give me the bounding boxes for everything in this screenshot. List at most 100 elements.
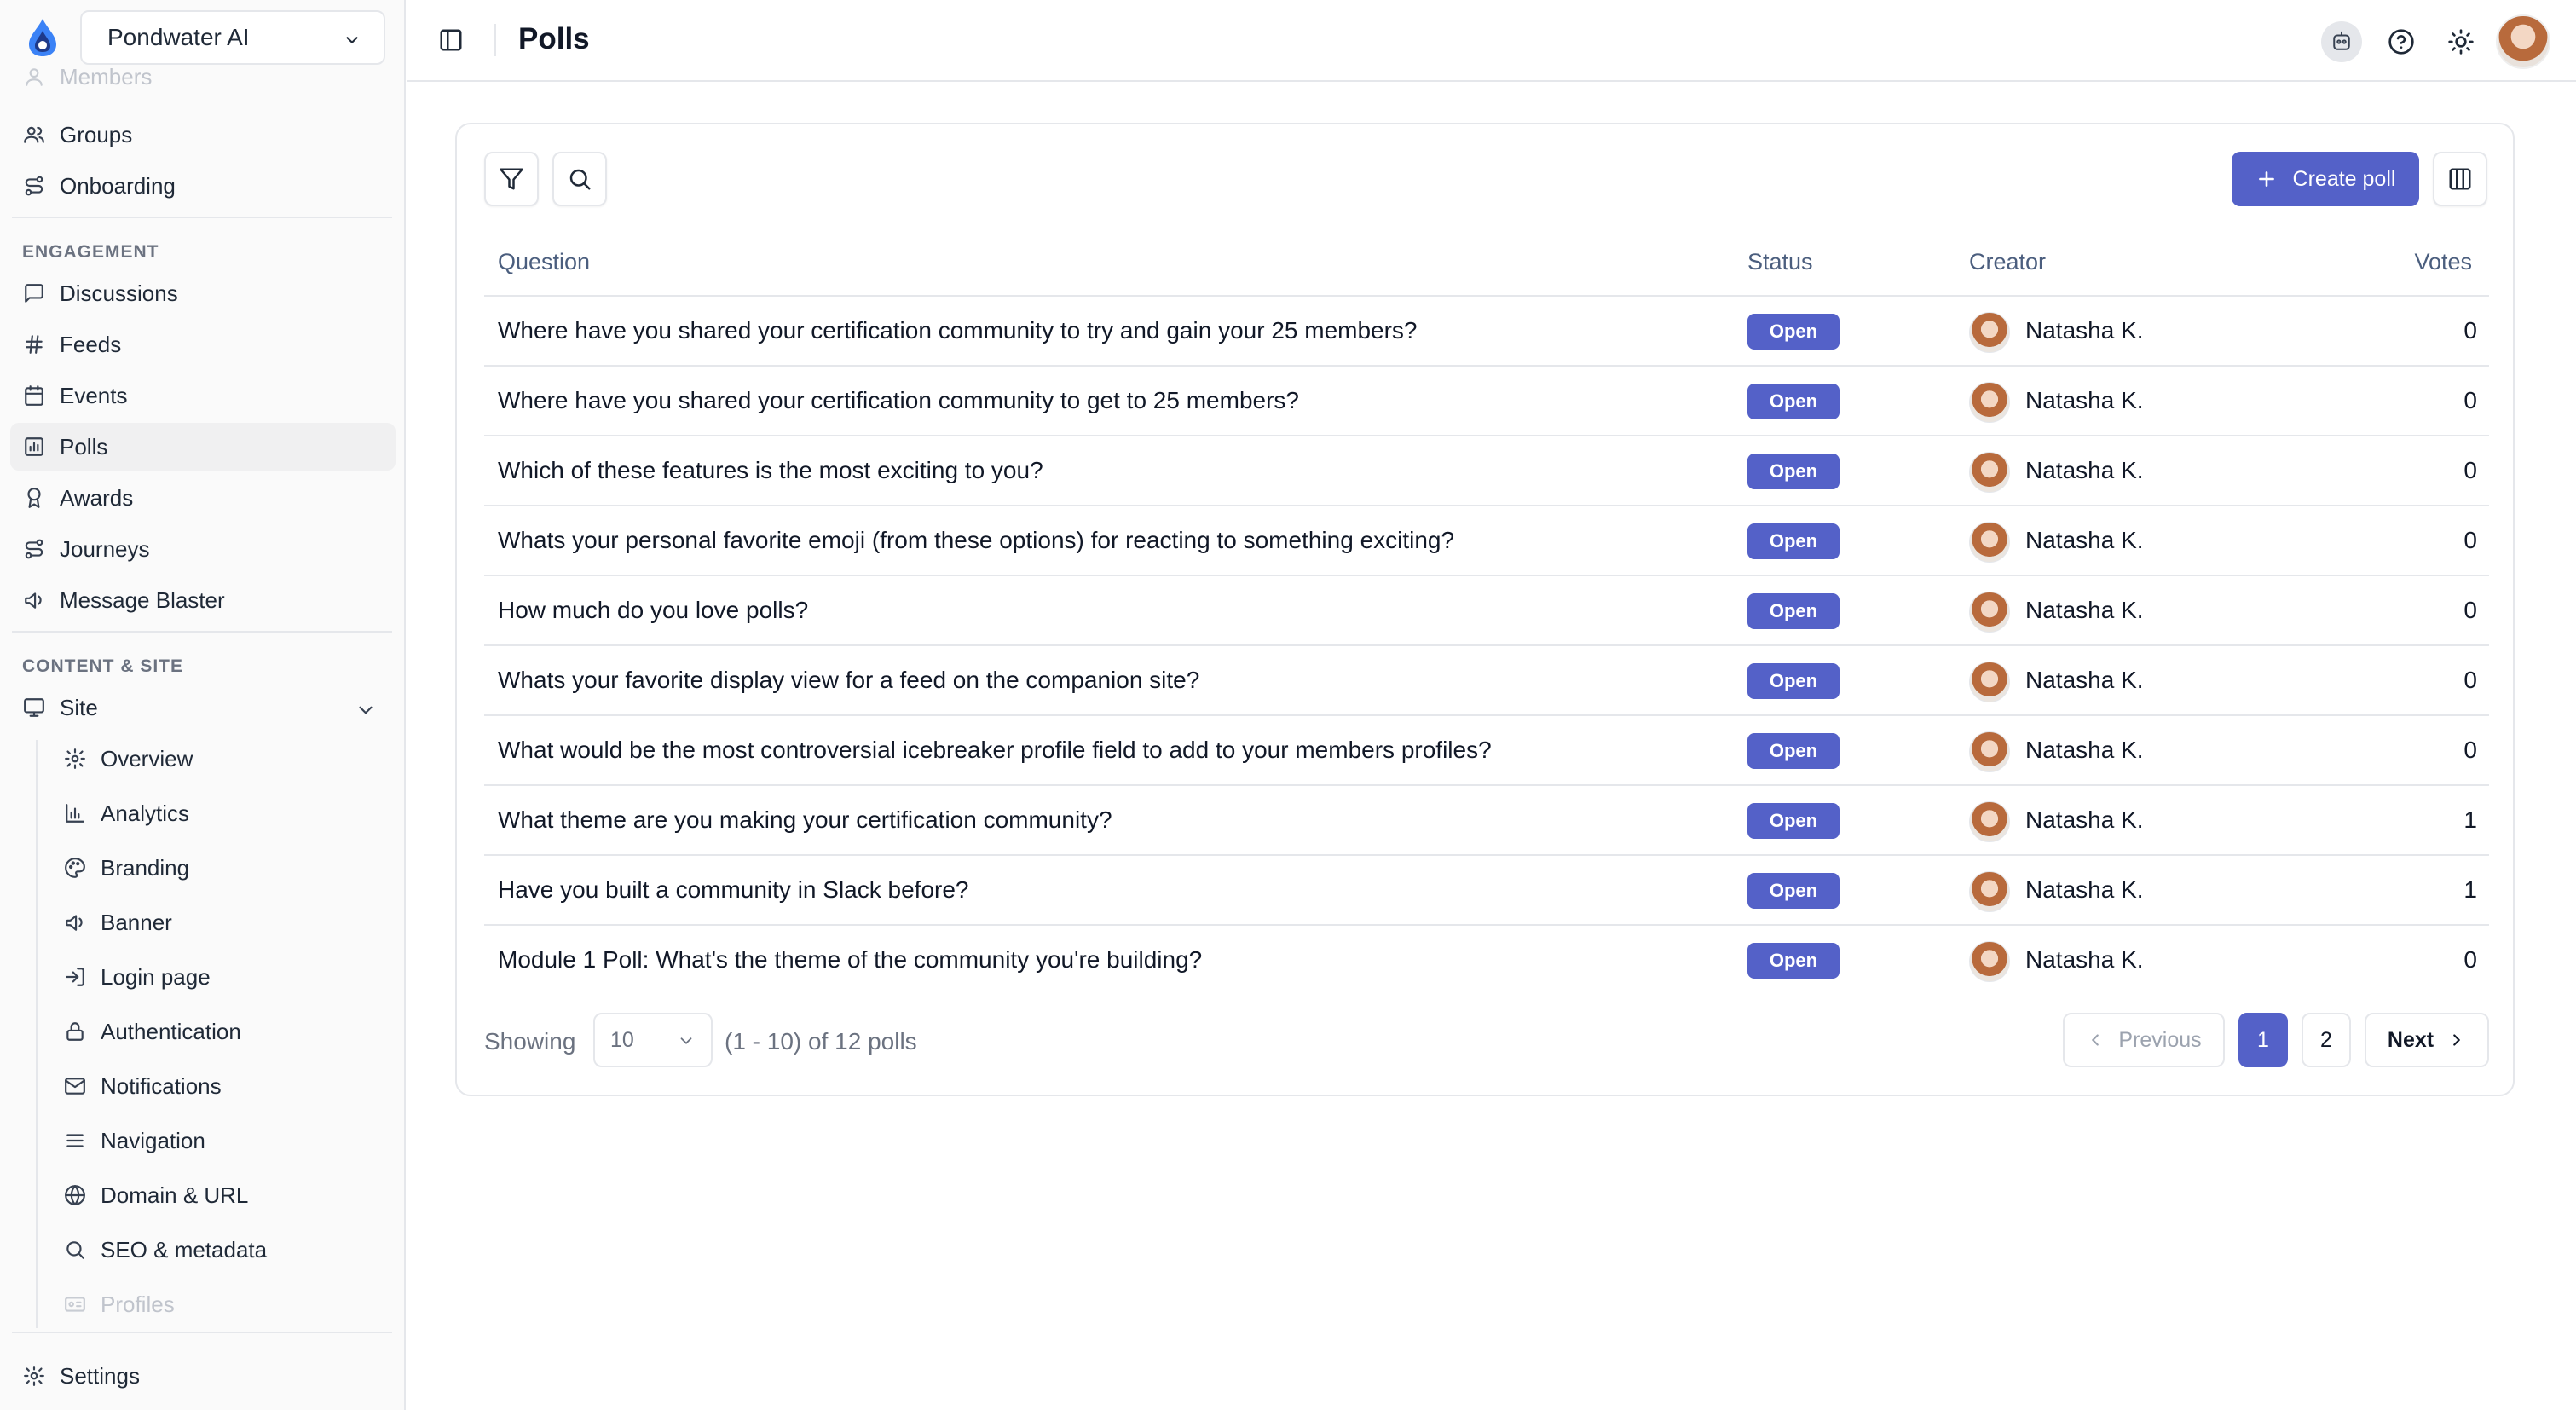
poll-question[interactable]: What would be the most controversial ice…	[498, 737, 1492, 764]
poll-question[interactable]: How much do you love polls?	[498, 597, 808, 624]
table-row[interactable]: Whats your favorite display view for a f…	[484, 644, 2489, 714]
previous-page-button[interactable]: Previous	[2063, 1013, 2225, 1067]
sidebar-item-events[interactable]: Events	[10, 372, 396, 419]
next-page-button[interactable]: Next	[2365, 1013, 2489, 1067]
poll-icon	[22, 435, 46, 459]
gear-icon	[63, 747, 87, 771]
vote-count: 0	[2463, 737, 2477, 763]
filter-icon	[500, 168, 523, 190]
table-row[interactable]: What theme are you making your certifica…	[484, 784, 2489, 854]
top-bar: Polls	[407, 0, 2576, 82]
gear-icon	[22, 1364, 46, 1388]
column-header-status[interactable]: Status	[1747, 249, 1813, 275]
table-row[interactable]: Have you built a community in Slack befo…	[484, 854, 2489, 924]
sidebar-item-label: Polls	[60, 433, 108, 459]
page-button-2[interactable]: 2	[2302, 1013, 2351, 1067]
column-header-question[interactable]: Question	[498, 249, 590, 275]
avatar	[1969, 731, 2010, 772]
column-header-votes[interactable]: Votes	[2414, 249, 2472, 275]
avatar	[1969, 522, 2010, 563]
sidebar-item-domain-url[interactable]: Domain & URL	[53, 1171, 394, 1219]
sidebar-item-label: Analytics	[101, 800, 190, 826]
poll-question[interactable]: Which of these features is the most exci…	[498, 457, 1043, 484]
table-row[interactable]: Module 1 Poll: What's the theme of the c…	[484, 924, 2489, 994]
plus-icon	[2258, 171, 2274, 187]
user-avatar[interactable]	[2496, 14, 2550, 69]
sidebar-item-seo-metadata[interactable]: SEO & metadata	[53, 1226, 394, 1274]
header-divider	[494, 24, 496, 56]
search-button[interactable]	[552, 152, 607, 206]
status-badge: Open	[1747, 873, 1840, 909]
workspace-switcher[interactable]: Pondwater AI	[80, 10, 385, 65]
columns-button[interactable]	[2433, 152, 2487, 206]
chevron-down-icon	[346, 37, 358, 43]
table-row[interactable]: Whats your personal favorite emoji (from…	[484, 505, 2489, 575]
section-label-content: CONTENT & SITE	[22, 656, 184, 676]
table-row[interactable]: Which of these features is the most exci…	[484, 435, 2489, 505]
sidebar-item-navigation[interactable]: Navigation	[53, 1117, 394, 1164]
sidebar-item-banner[interactable]: Banner	[53, 899, 394, 946]
status-badge: Open	[1747, 314, 1840, 350]
sidebar-item-profiles[interactable]: Profiles	[53, 1280, 394, 1328]
sidebar-item-discussions[interactable]: Discussions	[10, 269, 396, 317]
showing-label: Showing	[484, 1028, 576, 1055]
poll-question[interactable]: Whats your personal favorite emoji (from…	[498, 527, 1454, 554]
vote-count: 0	[2463, 457, 2477, 483]
poll-question[interactable]: Whats your favorite display view for a f…	[498, 667, 1199, 694]
theme-toggle-button[interactable]	[2431, 12, 2491, 72]
sidebar-item-journeys[interactable]: Journeys	[10, 525, 396, 573]
user-icon	[22, 65, 46, 89]
poll-question[interactable]: Where have you shared your certification…	[498, 317, 1418, 344]
sidebar-item-label: SEO & metadata	[101, 1236, 268, 1263]
poll-question[interactable]: Have you built a community in Slack befo…	[498, 876, 969, 904]
create-poll-label: Create poll	[2292, 166, 2396, 191]
sidebar-item-groups[interactable]: Groups	[10, 111, 396, 159]
section-label-engagement: ENGAGEMENT	[22, 242, 159, 262]
sidebar-item-onboarding[interactable]: Onboarding	[10, 162, 396, 210]
create-poll-button[interactable]: Create poll	[2232, 152, 2419, 206]
monitor-icon	[22, 696, 46, 719]
page-size-select[interactable]: 10	[593, 1013, 713, 1067]
chevron-down-icon	[359, 706, 373, 714]
sidebar-item-branding[interactable]: Branding	[53, 844, 394, 892]
status-badge: Open	[1747, 733, 1840, 769]
sidebar-item-message-blaster[interactable]: Message Blaster	[10, 576, 396, 624]
palette-icon	[63, 856, 87, 880]
poll-question[interactable]: Where have you shared your certification…	[498, 387, 1299, 414]
sidebar-item-feeds[interactable]: Feeds	[10, 321, 396, 368]
assistant-button[interactable]	[2312, 12, 2371, 72]
creator-name: Natasha K.	[2025, 946, 2144, 973]
sidebar-item-settings[interactable]: Settings	[10, 1352, 396, 1400]
sidebar-item-authentication[interactable]: Authentication	[53, 1008, 394, 1055]
sidebar-divider	[12, 631, 392, 633]
page-button-1[interactable]: 1	[2238, 1013, 2288, 1067]
table-row[interactable]: Where have you shared your certification…	[484, 365, 2489, 435]
vote-count: 0	[2463, 597, 2477, 623]
sidebar-item-label: Message Blaster	[60, 587, 225, 613]
table-row[interactable]: Where have you shared your certification…	[484, 295, 2489, 365]
sidebar-toggle-icon[interactable]	[438, 27, 464, 53]
sidebar-item-awards[interactable]: Awards	[10, 474, 396, 522]
route-icon	[22, 537, 46, 561]
sidebar-item-label: Feeds	[60, 331, 122, 357]
sidebar-item-label: Site	[60, 694, 98, 720]
column-header-creator[interactable]: Creator	[1969, 249, 2046, 275]
vote-count: 0	[2463, 317, 2477, 344]
workspace-name: Pondwater AI	[107, 24, 250, 50]
poll-question[interactable]: What theme are you making your certifica…	[498, 806, 1112, 834]
table-row[interactable]: How much do you love polls? Open Natasha…	[484, 575, 2489, 644]
sidebar-item-members[interactable]: Members	[10, 60, 396, 94]
sidebar-item-login-page[interactable]: Login page	[53, 953, 394, 1001]
sidebar-item-site[interactable]: Site	[10, 684, 396, 731]
help-button[interactable]	[2371, 12, 2431, 72]
status-badge: Open	[1747, 803, 1840, 839]
logo-icon	[29, 19, 56, 56]
sidebar-item-analytics[interactable]: Analytics	[53, 789, 394, 837]
sidebar-item-polls[interactable]: Polls	[10, 423, 396, 471]
table-row[interactable]: What would be the most controversial ice…	[484, 714, 2489, 784]
filter-button[interactable]	[484, 152, 539, 206]
sidebar-item-overview[interactable]: Overview	[53, 735, 394, 783]
bar-chart-icon	[63, 801, 87, 825]
poll-question[interactable]: Module 1 Poll: What's the theme of the c…	[498, 946, 1202, 974]
sidebar-item-notifications[interactable]: Notifications	[53, 1062, 394, 1110]
